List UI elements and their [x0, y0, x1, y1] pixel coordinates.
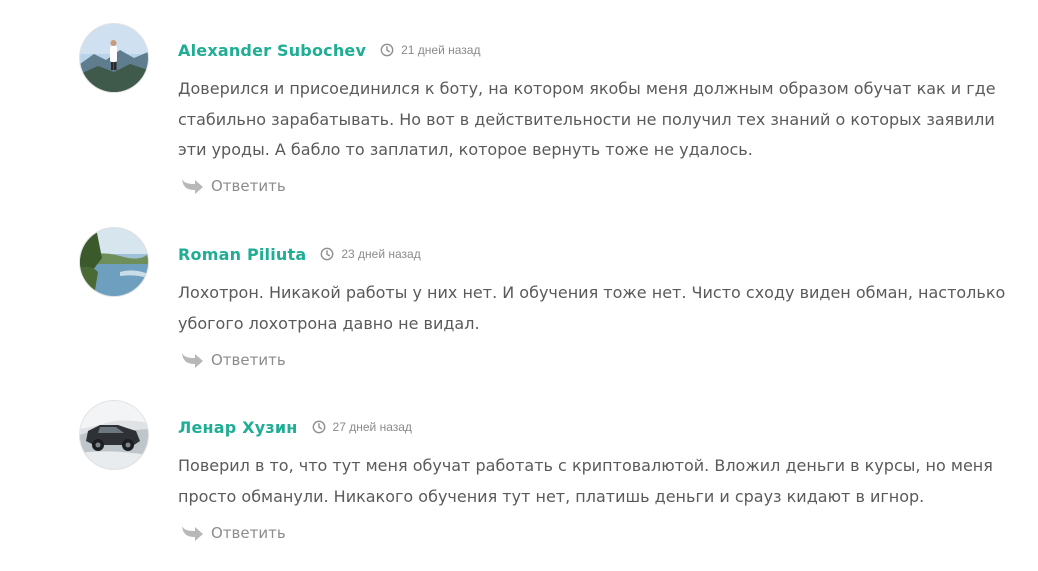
comment-text: Лохотрон. Никакой работы у них нет. И об… — [178, 283, 1006, 333]
comment-author[interactable]: Ленар Хузин — [178, 418, 298, 437]
comment-text: Поверил в то, что тут меня обучат работа… — [178, 456, 993, 506]
reply-label: Ответить — [211, 177, 286, 195]
avatar-car-photo — [80, 401, 148, 469]
clock-icon — [320, 247, 334, 261]
reply-label: Ответить — [211, 351, 286, 369]
reply-button[interactable]: Ответить — [180, 176, 286, 196]
comment-text: Доверился и присоединился к боту, на кот… — [178, 79, 996, 159]
comment-meta: Alexander Subochev 21 дней назад — [178, 38, 480, 62]
comment-author[interactable]: Roman Piliuta — [178, 245, 306, 264]
reply-arrow-icon — [180, 523, 204, 543]
comment-date: 23 дней назад — [341, 247, 421, 261]
avatar[interactable] — [80, 228, 148, 296]
reply-label: Ответить — [211, 524, 286, 542]
comment-date: 21 дней назад — [401, 43, 481, 57]
avatar[interactable] — [80, 401, 148, 469]
avatar-lake-photo — [80, 228, 148, 296]
comment-meta: Roman Piliuta 23 дней назад — [178, 242, 421, 266]
reply-arrow-icon — [180, 350, 204, 370]
comment-author[interactable]: Alexander Subochev — [178, 41, 366, 60]
comment-date: 27 дней назад — [332, 420, 412, 434]
reply-button[interactable]: Ответить — [180, 523, 286, 543]
clock-icon — [380, 43, 394, 57]
avatar[interactable] — [80, 24, 148, 92]
avatar-mountain-photo — [80, 24, 148, 92]
comment-meta: Ленар Хузин 27 дней назад — [178, 415, 412, 439]
clock-icon — [312, 420, 326, 434]
reply-button[interactable]: Ответить — [180, 350, 286, 370]
reply-arrow-icon — [180, 176, 204, 196]
